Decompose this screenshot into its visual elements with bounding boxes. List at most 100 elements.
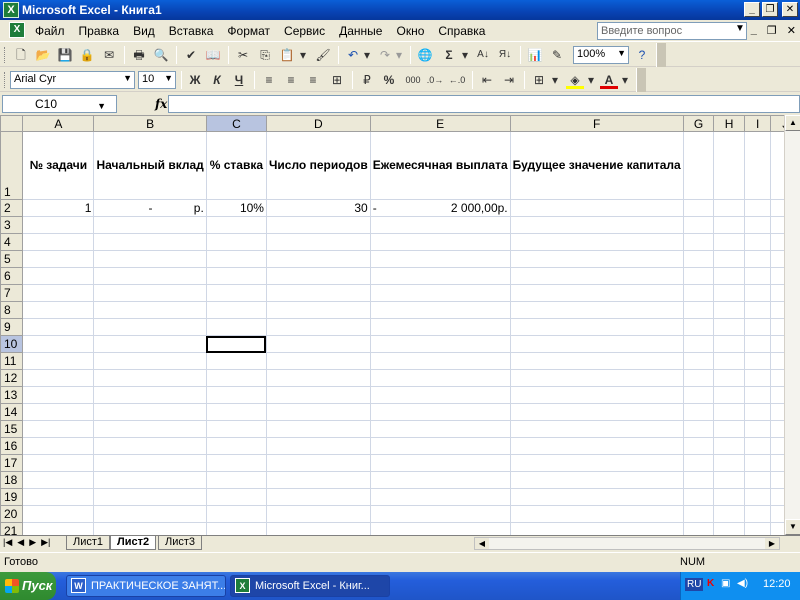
cell[interactable]: Число периодов — [265, 131, 371, 200]
minimize-button[interactable]: _ — [744, 2, 760, 17]
horizontal-scrollbar[interactable]: ◀ ▶ — [474, 537, 780, 550]
menu-file[interactable]: Файл — [28, 24, 72, 38]
column-header[interactable]: C — [205, 115, 267, 132]
taskbar-item-excel[interactable]: X Microsoft Excel - Книг... — [230, 575, 390, 597]
hyperlink-icon[interactable]: 🌐 — [416, 46, 434, 64]
column-header[interactable]: F — [509, 115, 684, 132]
column-header[interactable]: I — [743, 115, 772, 132]
cell[interactable]: 10% — [205, 199, 267, 217]
borders-dropdown-icon[interactable]: ▾ — [550, 71, 560, 89]
start-button[interactable]: Пуск — [0, 572, 56, 600]
cell[interactable] — [713, 199, 745, 217]
spelling-icon[interactable]: ✔ — [182, 46, 200, 64]
taskbar-item-word[interactable]: W ПРАКТИЧЕСКОЕ ЗАНЯТ... — [66, 575, 226, 597]
row-header[interactable]: 12 — [0, 369, 24, 387]
increase-indent-icon[interactable]: ⇥ — [500, 71, 518, 89]
redo-dropdown-icon[interactable]: ▾ — [394, 46, 404, 64]
scroll-up-icon[interactable]: ▲ — [785, 115, 800, 131]
cell[interactable]: - 2 000,00р. — [369, 199, 511, 217]
formula-input[interactable] — [168, 95, 800, 113]
excel-app-icon[interactable]: X — [3, 2, 19, 18]
row-header[interactable]: 16 — [0, 437, 24, 455]
row-header[interactable]: 20 — [0, 505, 24, 523]
column-header[interactable]: E — [369, 115, 511, 132]
toolbar-grip[interactable] — [4, 72, 7, 88]
new-icon[interactable]: 🗋 — [12, 46, 30, 64]
font-name-select[interactable]: Arial Cyr ▼ — [10, 71, 135, 89]
align-left-icon[interactable]: ≡ — [260, 71, 278, 89]
undo-dropdown-icon[interactable]: ▾ — [362, 46, 372, 64]
scroll-left-icon[interactable]: ◀ — [475, 538, 489, 549]
help-search-input[interactable]: Введите вопрос — [597, 22, 747, 40]
underline-button[interactable]: Ч — [230, 71, 248, 89]
row-header[interactable]: 18 — [0, 471, 24, 489]
active-cell[interactable] — [205, 335, 267, 353]
cell[interactable]: Ежемесячная выплата — [369, 131, 511, 200]
volume-icon[interactable]: ◀) — [737, 578, 748, 589]
row-header[interactable]: 13 — [0, 386, 24, 404]
language-indicator[interactable]: RU — [685, 578, 704, 591]
row-header[interactable]: 6 — [0, 267, 24, 285]
name-box[interactable]: C10 ▼ — [2, 95, 117, 113]
cell[interactable] — [743, 131, 772, 200]
decrease-decimal-icon[interactable]: ←.0 — [448, 71, 466, 89]
row-header[interactable]: 8 — [0, 301, 24, 319]
prev-sheet-icon[interactable]: ◀ — [17, 537, 24, 548]
scroll-right-icon[interactable]: ▶ — [765, 538, 779, 549]
row-header[interactable]: 5 — [0, 250, 24, 268]
row-header[interactable]: 7 — [0, 284, 24, 302]
cell[interactable]: 1 — [22, 199, 95, 217]
row-header[interactable]: 2 — [0, 199, 24, 217]
cell[interactable] — [509, 199, 684, 217]
column-header[interactable]: G — [682, 115, 715, 132]
paste-dropdown-icon[interactable]: ▾ — [298, 46, 308, 64]
cell[interactable] — [682, 199, 715, 217]
menu-view[interactable]: Вид — [126, 24, 162, 38]
row-header[interactable]: 4 — [0, 233, 24, 251]
toolbar-grip[interactable] — [4, 47, 7, 63]
sort-descending-icon[interactable]: Я↓ — [496, 46, 514, 64]
row-header[interactable]: 11 — [0, 352, 24, 370]
zoom-select[interactable]: 100% ▼ — [573, 46, 629, 64]
cell[interactable]: % ставка — [205, 131, 267, 200]
comma-style-button[interactable]: 000 — [402, 71, 424, 89]
first-sheet-icon[interactable]: |◀ — [3, 537, 12, 548]
research-icon[interactable]: 📖 — [204, 46, 222, 64]
fill-color-dropdown-icon[interactable]: ▾ — [586, 71, 596, 89]
doc-restore-button[interactable]: ❐ — [767, 24, 777, 37]
sort-ascending-icon[interactable]: A↓ — [474, 46, 492, 64]
decrease-indent-icon[interactable]: ⇤ — [478, 71, 496, 89]
drawing-icon[interactable]: ✎ — [548, 46, 566, 64]
currency-icon[interactable]: ₽ — [358, 71, 376, 89]
menu-format[interactable]: Формат — [220, 24, 277, 38]
column-header[interactable]: B — [93, 115, 207, 132]
row-header[interactable]: 17 — [0, 454, 24, 472]
menu-insert[interactable]: Вставка — [162, 24, 221, 38]
doc-minimize-button[interactable]: _ — [751, 24, 757, 37]
menu-edit[interactable]: Правка — [72, 24, 127, 38]
row-header[interactable]: 3 — [0, 216, 24, 234]
copy-icon[interactable]: ⎘ — [256, 46, 274, 64]
chevron-down-icon[interactable]: ▼ — [735, 23, 745, 34]
toolbar-options-icon[interactable] — [636, 68, 646, 92]
row-header[interactable]: 19 — [0, 488, 24, 506]
cell[interactable] — [682, 131, 715, 200]
align-center-icon[interactable]: ≡ — [282, 71, 300, 89]
cut-icon[interactable]: ✂ — [234, 46, 252, 64]
menu-window[interactable]: Окно — [389, 24, 431, 38]
last-sheet-icon[interactable]: ▶| — [41, 537, 50, 548]
cell[interactable]: Будущее значение капитала — [509, 131, 684, 200]
bold-button[interactable]: Ж — [186, 71, 204, 89]
workbook-icon[interactable]: X — [9, 22, 25, 38]
font-size-select[interactable]: 10 ▼ — [138, 71, 176, 89]
row-header[interactable]: 14 — [0, 403, 24, 421]
row-header[interactable]: 15 — [0, 420, 24, 438]
network-icon[interactable]: ▣ — [721, 578, 730, 589]
cell[interactable]: - р. — [93, 199, 207, 217]
row-header[interactable]: 1 — [0, 131, 24, 200]
tab-sheet1[interactable]: Лист1 — [66, 536, 111, 550]
doc-close-button[interactable]: ✕ — [787, 24, 796, 37]
close-button[interactable]: ✕ — [782, 2, 798, 17]
merge-center-icon[interactable]: ⊞ — [328, 71, 346, 89]
save-icon[interactable]: 💾 — [56, 46, 74, 64]
